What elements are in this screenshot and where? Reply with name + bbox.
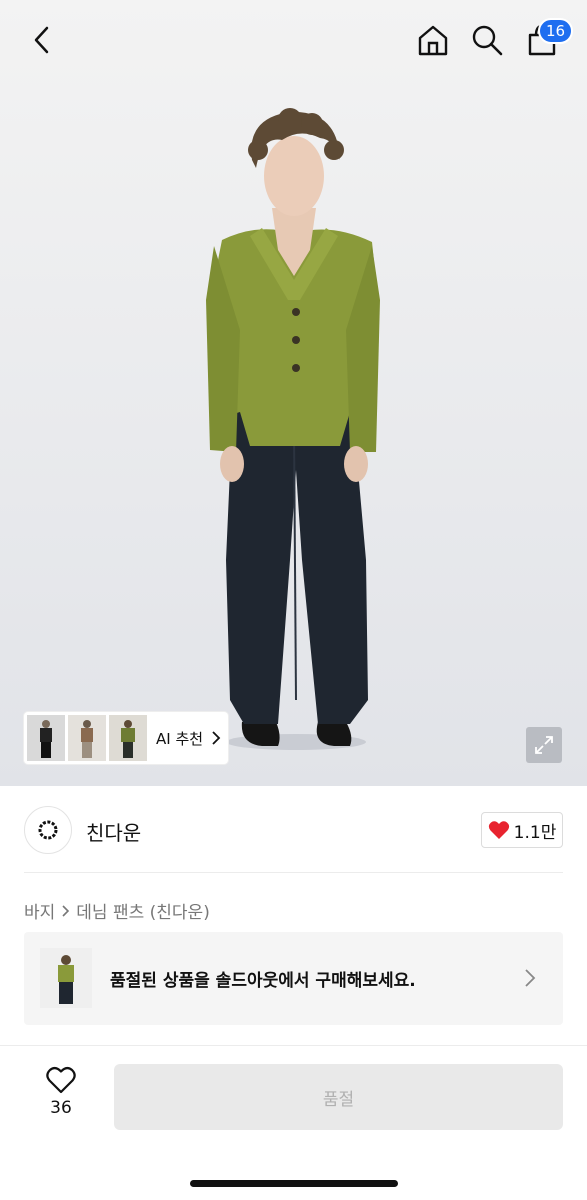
brand-logo[interactable]: [24, 806, 72, 854]
home-button[interactable]: [411, 18, 455, 62]
cart-count-badge: 16: [538, 18, 574, 44]
ai-thumbnail: [68, 715, 106, 761]
home-indicator: [190, 1180, 398, 1187]
model-photo: [0, 0, 587, 786]
search-icon: [472, 25, 503, 56]
heart-outline-icon: [46, 1067, 76, 1094]
heart-filled-icon: [488, 821, 509, 839]
ai-recommend-button[interactable]: AI 추천: [24, 712, 228, 764]
soldout-thumbnail: [40, 948, 92, 1008]
expand-icon: [535, 736, 553, 754]
brand-like-button[interactable]: 1.1만: [481, 812, 563, 848]
product-image[interactable]: 16 AI 추천: [0, 0, 587, 786]
divider: [24, 872, 563, 873]
expand-image-button[interactable]: [526, 727, 562, 763]
wishlist-count: 36: [50, 1098, 72, 1118]
chevron-right-icon: [525, 969, 536, 987]
soldout-banner[interactable]: 품절된 상품을 솔드아웃에서 구매해보세요.: [24, 932, 563, 1025]
back-button[interactable]: [20, 18, 64, 62]
brand-like-count: 1.1만: [513, 822, 557, 843]
chevron-left-icon: [34, 26, 49, 54]
ai-recommend-label: AI 추천: [156, 729, 204, 748]
breadcrumb-category[interactable]: 바지: [24, 898, 55, 923]
wishlist-button[interactable]: 36: [36, 1066, 86, 1126]
chevron-right-icon: [212, 731, 221, 745]
breadcrumb: 바지 데님 팬츠 (친다운): [24, 898, 210, 923]
breadcrumb-item[interactable]: 데님 팬츠 (친다운): [76, 898, 210, 923]
soldout-button[interactable]: 품절: [114, 1064, 563, 1130]
bottom-action-bar: 36 품절: [0, 1046, 587, 1166]
ai-thumbnail: [27, 715, 65, 761]
brand-logo-icon: [38, 820, 58, 840]
top-navigation-bar: [0, 0, 587, 80]
ai-thumbnail: [109, 715, 147, 761]
brand-name[interactable]: 친다운: [86, 817, 141, 846]
chevron-right-icon: [62, 904, 70, 917]
home-icon: [418, 25, 448, 56]
soldout-banner-text: 품절된 상품을 솔드아웃에서 구매해보세요.: [110, 971, 416, 991]
search-button[interactable]: [465, 18, 509, 62]
brand-row: 친다운 1.1만: [0, 786, 587, 874]
